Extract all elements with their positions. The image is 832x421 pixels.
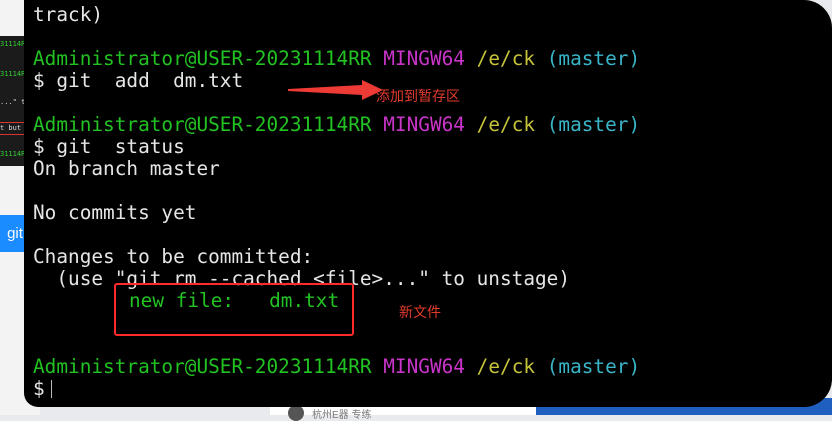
annotation-new-file: 新文件 xyxy=(399,304,441,320)
prompt-branch: (master) xyxy=(546,113,641,136)
annotation-add-to-stage: 添加到暂存区 xyxy=(376,88,460,104)
prompt-env: MINGW64 xyxy=(383,355,465,378)
terminal-prompt: Administrator@USER-20231114RR MINGW64 /e… xyxy=(33,356,640,378)
prompt-env: MINGW64 xyxy=(383,47,465,70)
terminal-output-line: No commits yet xyxy=(33,201,197,224)
prompt-path: /e/ck xyxy=(476,47,536,70)
text-cursor xyxy=(50,380,52,398)
bottom-avatar xyxy=(288,405,304,421)
prompt-path: /e/ck xyxy=(476,113,536,136)
terminal-input-line[interactable]: $ xyxy=(33,378,52,400)
terminal-command: $ git add dm.txt xyxy=(33,69,244,92)
bottom-window-text: 杭州E器 专练 xyxy=(312,410,372,421)
terminal-command: $ git status xyxy=(33,135,185,158)
prompt-env: MINGW64 xyxy=(383,113,465,136)
terminal-output-line: On branch master xyxy=(33,157,220,180)
prompt-symbol: $ xyxy=(33,377,45,400)
terminal-prompt: Administrator@USER-20231114RR MINGW64 /e… xyxy=(33,114,640,136)
git-bash-terminal[interactable]: track) Administrator@USER-20231114RR MIN… xyxy=(24,0,832,407)
terminal-output-line: Changes to be committed: xyxy=(33,245,314,268)
prompt-user: Administrator@USER-20231114RR xyxy=(33,47,372,70)
prompt-user: Administrator@USER-20231114RR xyxy=(33,113,372,136)
terminal-output-line: track) xyxy=(33,3,104,26)
prompt-branch: (master) xyxy=(546,47,641,70)
terminal-prompt: Administrator@USER-20231114RR MINGW64 /e… xyxy=(33,48,640,70)
git-tile-label: git xyxy=(7,225,23,242)
annotation-arrow-icon xyxy=(288,80,383,100)
prompt-branch: (master) xyxy=(546,355,641,378)
prompt-path: /e/ck xyxy=(476,355,536,378)
new-file-highlight-box xyxy=(114,283,354,336)
prompt-user: Administrator@USER-20231114RR xyxy=(33,355,372,378)
